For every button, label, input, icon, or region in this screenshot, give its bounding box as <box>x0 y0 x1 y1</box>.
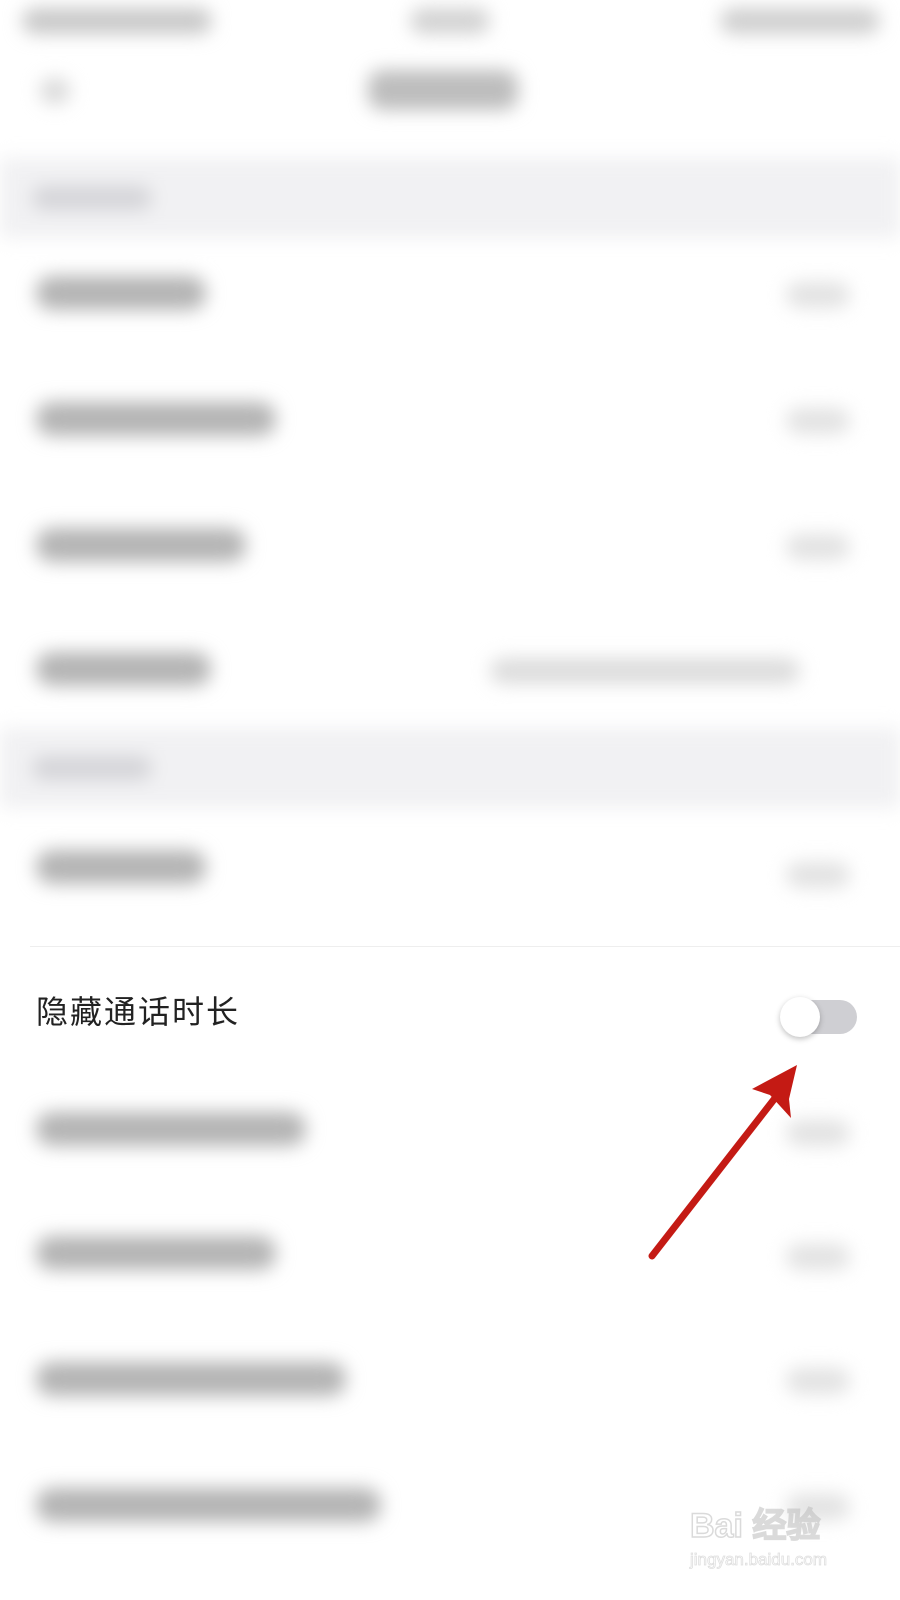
setting-row-label-blurred <box>36 652 211 686</box>
section-label-blurred <box>32 756 152 780</box>
blurred-settings-background <box>0 0 900 1600</box>
setting-row-label-blurred <box>36 850 206 884</box>
back-icon[interactable] <box>40 78 70 104</box>
setting-row-control-blurred[interactable] <box>786 1244 850 1270</box>
toggle-knob <box>780 997 820 1037</box>
setting-row-control-blurred[interactable] <box>786 534 850 560</box>
page-title-blurred <box>368 70 518 110</box>
status-bar-center-blurred <box>410 8 490 34</box>
hide-call-duration-toggle[interactable] <box>780 997 857 1037</box>
status-bar-left-blurred <box>22 8 212 34</box>
setting-row-label-blurred <box>36 1362 346 1396</box>
setting-row-label-blurred <box>36 1488 381 1522</box>
watermark-url: jingyan.baidu.com <box>690 1550 828 1570</box>
setting-row-label-blurred <box>36 1112 306 1146</box>
setting-row-label-blurred <box>36 276 206 310</box>
setting-row-control-blurred[interactable] <box>786 862 850 888</box>
setting-row-label-blurred <box>36 1236 276 1270</box>
setting-row-hide-call-duration[interactable]: 隐藏通话时长 <box>0 952 900 1076</box>
watermark-logo-text: Bai 经验 <box>689 1506 821 1546</box>
setting-row-control-blurred[interactable] <box>786 1120 850 1146</box>
setting-row-label-blurred <box>36 528 246 562</box>
section-label-blurred <box>32 186 152 210</box>
row-divider <box>30 946 900 947</box>
setting-row-control-blurred[interactable] <box>786 282 850 308</box>
status-bar-right-blurred <box>720 8 880 34</box>
setting-row-value-blurred[interactable] <box>490 658 800 684</box>
baidu-jingyan-watermark: Bai 经验 jingyan.baidu.com <box>689 1498 890 1588</box>
setting-row-label-blurred <box>36 402 276 436</box>
setting-row-control-blurred[interactable] <box>786 408 850 434</box>
setting-row-control-blurred[interactable] <box>786 1368 850 1394</box>
setting-label-hide-call-duration: 隐藏通话时长 <box>36 993 241 1031</box>
settings-screen: 隐藏通话时长 Bai 经验 jingyan.baidu.com <box>0 0 900 1600</box>
